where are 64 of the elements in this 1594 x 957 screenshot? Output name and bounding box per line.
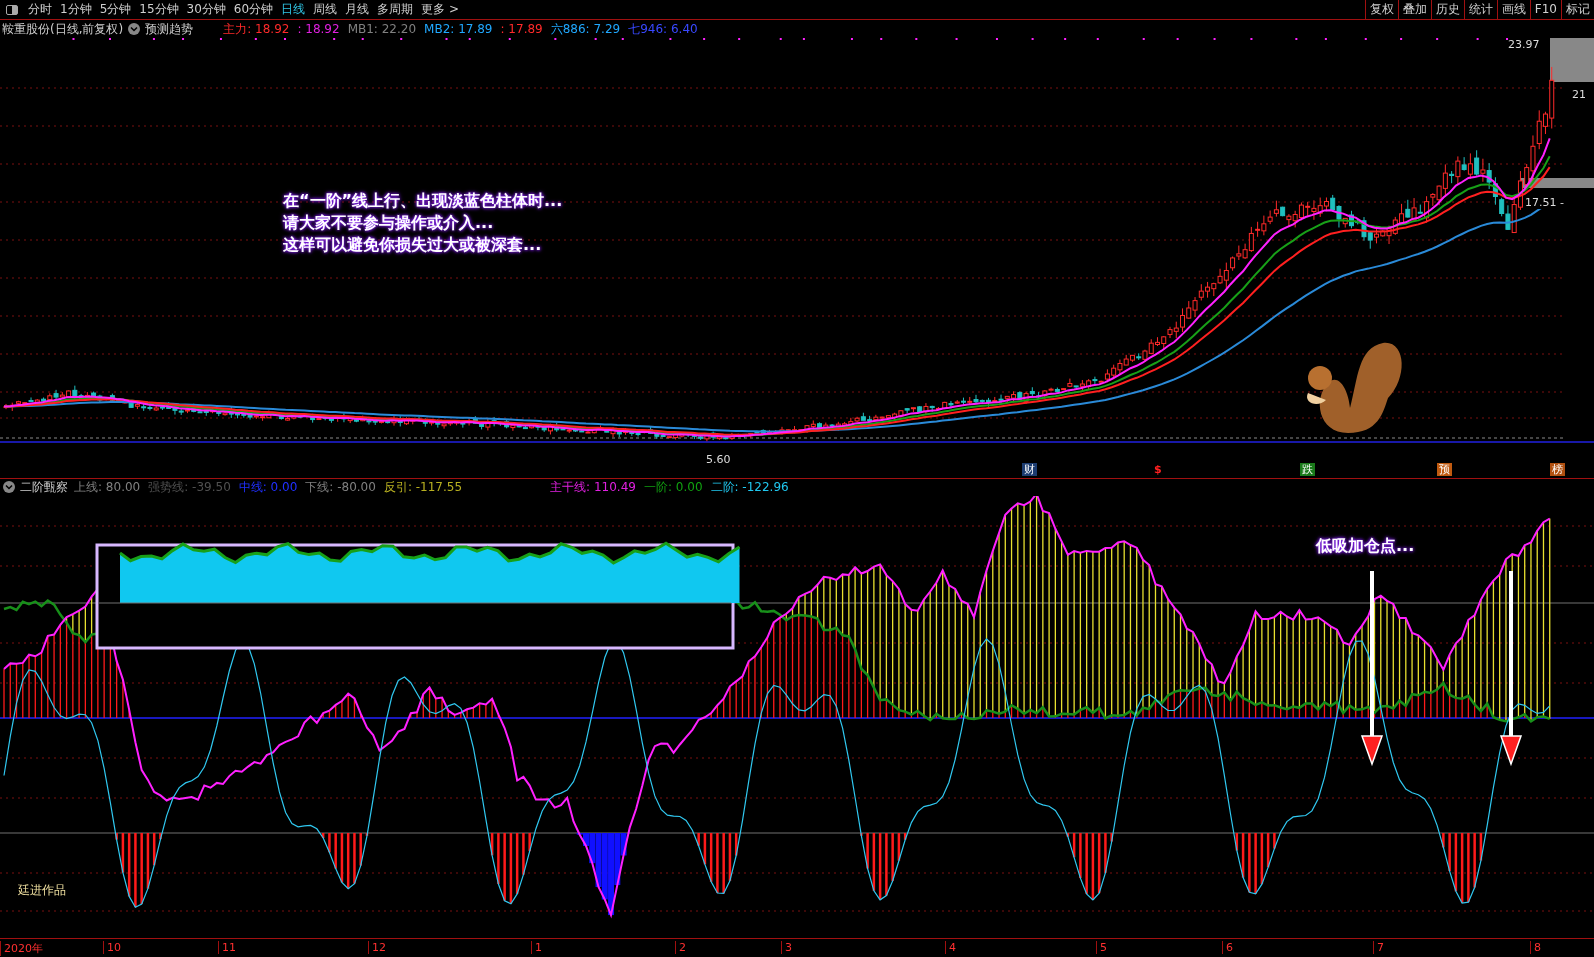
time-axis-label: 11 [218,940,236,954]
period-tab[interactable]: 1分钟 [56,1,96,18]
legend-value: 主力: 18.92 [222,20,291,38]
time-axis-label: 10 [103,940,121,954]
period-tab[interactable]: 5分钟 [95,1,136,18]
event-marker[interactable]: 跌 [1300,463,1315,477]
down-arrow-icon [1499,570,1523,766]
period-tab[interactable]: 多周期 [373,1,418,18]
down-arrow-icon [1360,570,1384,766]
price-label: 17.51 - [1523,196,1566,210]
time-axis-label: 2 [675,940,686,954]
period-tab[interactable]: 月线 [341,1,374,18]
toolbar-button[interactable]: F10 [1529,0,1561,19]
panel-toggle-icon[interactable] [6,4,18,15]
legend-value: : 18.92 [296,22,341,37]
dropdown-icon[interactable] [128,23,141,36]
legend-value: 下线: -80.00 [304,478,377,496]
time-axis-label: 8 [1530,940,1541,954]
event-marker[interactable]: 财 [1022,463,1037,477]
legend-value: 主干线: 110.49 [549,478,637,496]
toolbar-button[interactable]: 叠加 [1397,0,1431,19]
time-axis-label: 3 [781,940,792,954]
forecast-label[interactable]: 预测趋势 [143,20,196,38]
toolbar-button[interactable]: 统计 [1463,0,1497,19]
time-axis-label: 1 [531,940,542,954]
time-axis-label: 7 [1373,940,1384,954]
legend-value: MB2: 17.89 [423,22,494,37]
dropdown-icon[interactable] [3,481,15,494]
time-axis-label: 4 [945,940,956,954]
credit-text: 廷进作品 [18,881,66,899]
annotation-text: 在“一阶”线上行、出现淡蓝色柱体时... 请大家不要参与操作或介入... 这样可以避免你损失过大或被深套... [283,190,563,257]
period-tab[interactable]: 分时 [24,1,56,18]
event-marker[interactable]: $ [1152,463,1164,477]
legend-value: 上线: 80.00 [73,478,142,496]
more-menu[interactable]: 更多 > [417,1,463,18]
legend-value: MB1: 22.20 [346,22,418,37]
legend-value: 六886: 7.29 [549,20,622,38]
time-axis-label: 12 [368,940,386,954]
legend-value: 强势线: -39.50 [147,478,232,496]
legend-value: 二阶: -122.96 [709,478,790,496]
period-tab[interactable]: 周线 [309,1,342,18]
time-axis-label: 5 [1096,940,1107,954]
toolbar-button[interactable]: 标记 [1561,0,1594,19]
period-tab[interactable]: 日线 [277,1,310,18]
legend-value: 七946: 6.40 [627,20,699,38]
legend-value: 一阶: 0.00 [642,478,704,496]
price-label: 23.97 [1508,38,1540,52]
time-axis-label: 6 [1222,940,1233,954]
toolbar-button[interactable]: 复权 [1364,0,1398,19]
period-tab[interactable]: 60分钟 [229,1,278,18]
period-tab[interactable]: 15分钟 [135,1,183,18]
scale-block [1550,38,1594,83]
toolbar-button[interactable]: 画线 [1496,0,1530,19]
legend-value: 中线: 0.00 [237,478,299,496]
period-tab[interactable]: 30分钟 [182,1,230,18]
time-axis-label: 2020年 [0,940,43,956]
toolbar-button[interactable]: 历史 [1430,0,1464,19]
legend-value: : 17.89 [499,22,544,37]
stock-title: 鞍重股份(日线,前复权) [1,20,125,38]
legend-value: 反引: -117.55 [382,478,464,496]
event-marker[interactable]: 榜 [1550,463,1565,477]
price-label: 5.60 [706,453,731,467]
event-marker[interactable]: 预 [1437,463,1452,477]
indicator-title: 二阶甄察 [19,478,69,496]
